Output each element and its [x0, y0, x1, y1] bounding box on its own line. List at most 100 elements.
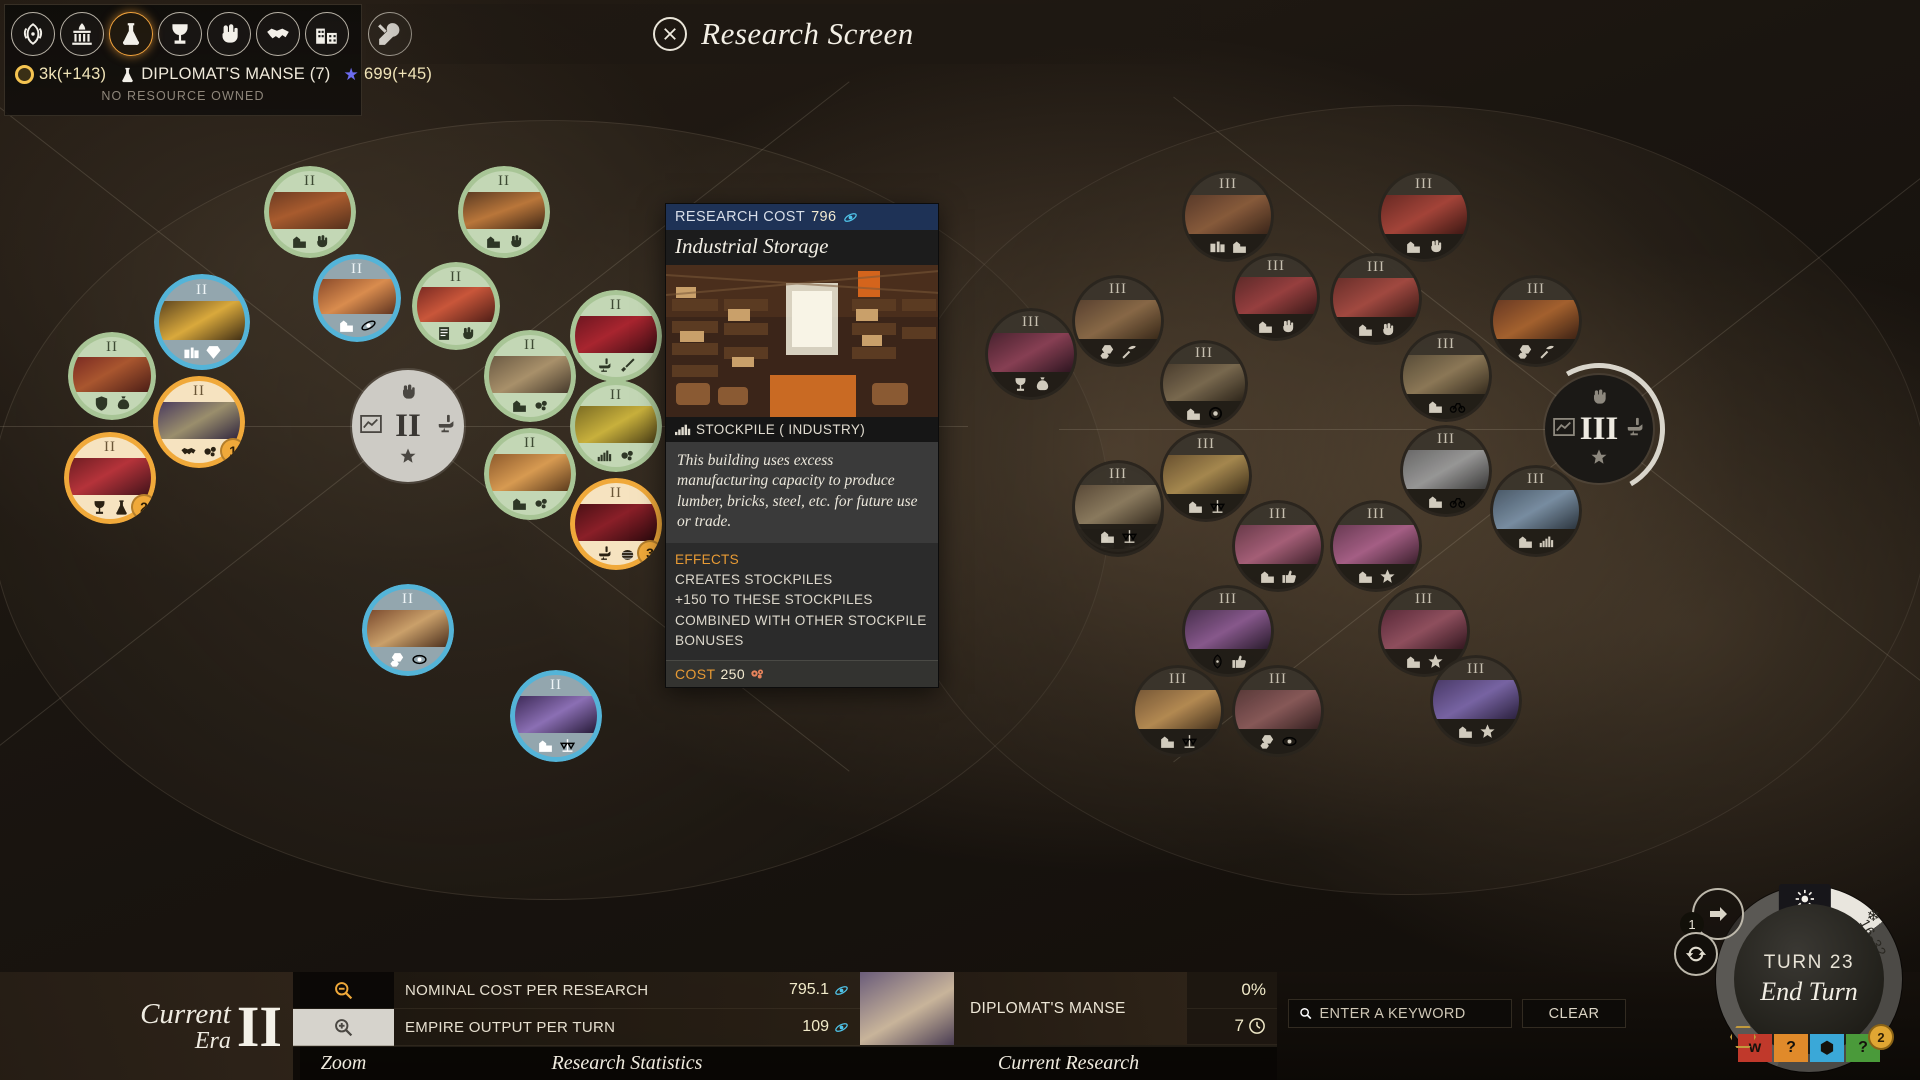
- era-hub-two[interactable]: II: [352, 370, 464, 482]
- node-e3-wine[interactable]: III: [985, 308, 1077, 400]
- node-amulet[interactable]: II 2: [64, 432, 156, 524]
- node-e3-mine[interactable]: III: [1072, 275, 1164, 367]
- node-e3-market[interactable]: III: [1182, 170, 1274, 262]
- fist-icon: [1382, 323, 1393, 336]
- gem-icon: [205, 346, 221, 359]
- stat-row: EMPIRE OUTPUT PER TURN 109: [394, 1009, 860, 1046]
- city-icon: [1358, 571, 1372, 583]
- node-explorer[interactable]: II: [362, 584, 454, 676]
- toolbar-laurel-wreath-icon[interactable]: [11, 12, 55, 56]
- node-e3-parade[interactable]: III: [1378, 170, 1470, 262]
- node-machinery[interactable]: II: [458, 166, 550, 258]
- node-factory[interactable]: II: [484, 330, 576, 422]
- node-e3-temple[interactable]: III: [1160, 340, 1248, 428]
- zoom-out-button[interactable]: [293, 972, 394, 1009]
- node-e3-science[interactable]: III: [1232, 665, 1324, 757]
- refresh-icon[interactable]: [1674, 932, 1718, 976]
- anvil-icon: [598, 358, 610, 372]
- chalice-icon: [94, 500, 104, 514]
- influence-value: 699(+45): [363, 65, 433, 83]
- node-blade[interactable]: II: [570, 290, 662, 382]
- node-e3-factory[interactable]: III: [1330, 253, 1422, 345]
- node-inner: III: [1235, 668, 1321, 754]
- turn-dial: ❄ 16-32 TURN 23 End Turn 1 ᴡ? ⬢? 2: [1674, 884, 1902, 1072]
- toolbar-chalice-icon[interactable]: [158, 12, 202, 56]
- node-artwork: [1075, 300, 1161, 340]
- clear-button[interactable]: CLEAR: [1522, 999, 1626, 1028]
- node-e3-harvest[interactable]: III: [1400, 330, 1492, 422]
- node-inner: II: [515, 675, 597, 757]
- current-era-text: Current Era: [140, 999, 231, 1053]
- anvil-icon: [598, 546, 610, 560]
- current-research-panel[interactable]: DIPLOMAT'S MANSE 0% 7 Current Research: [860, 972, 1277, 1080]
- toolbar-capitol-dome-icon[interactable]: [60, 12, 104, 56]
- toolbar-city-buildings-icon[interactable]: [305, 12, 349, 56]
- market-icon: [183, 347, 199, 359]
- node-icon-row: [269, 229, 351, 253]
- card-effects-header: EFFECTS: [675, 552, 740, 568]
- territory-chip[interactable]: ⬢: [1810, 1034, 1844, 1062]
- node-e3-cycle[interactable]: III: [1400, 425, 1492, 517]
- current-research-name: DIPLOMAT'S MANSE: [954, 972, 1187, 1045]
- node-trade-hands[interactable]: II: [313, 254, 401, 342]
- toolbar-raised-fist-icon[interactable]: [207, 12, 251, 56]
- node-e3-violet[interactable]: III: [1430, 655, 1522, 747]
- node-inner: II: [463, 171, 545, 253]
- node-chest[interactable]: II: [68, 332, 156, 420]
- zoom-in-button[interactable]: [293, 1009, 394, 1046]
- node-e3-desert[interactable]: III: [1132, 665, 1224, 757]
- node-cattle[interactable]: II: [264, 166, 356, 258]
- city-buildings-icon: [316, 28, 337, 44]
- page-title: Research Screen: [701, 16, 914, 51]
- city-icon: [1160, 736, 1174, 748]
- close-circle-icon[interactable]: [653, 17, 688, 51]
- node-handshake-gold[interactable]: II 1: [153, 376, 245, 468]
- toolbar-science-flask-icon[interactable]: [109, 12, 153, 56]
- era-numeral: III: [1579, 410, 1619, 447]
- node-icon-row: [515, 733, 597, 757]
- node-inner: II: [489, 433, 571, 515]
- search-input[interactable]: [1319, 1005, 1501, 1022]
- hex-icon: [389, 652, 403, 667]
- toolbar-handshake-icon[interactable]: [256, 12, 300, 56]
- stat-label: NOMINAL COST PER RESEARCH: [405, 981, 649, 999]
- zoom-in-icon: [335, 1018, 353, 1036]
- node-inner: III: [1135, 668, 1221, 754]
- node-scroll[interactable]: II: [412, 262, 500, 350]
- node-inner: III: [1333, 503, 1419, 589]
- node-e3-bridge[interactable]: III: [1160, 430, 1252, 522]
- node-e3-train[interactable]: III: [1232, 253, 1320, 341]
- flask-icon: [115, 500, 127, 515]
- card-cost-value: 796: [811, 209, 837, 225]
- node-e3-crowd[interactable]: III: [1232, 500, 1324, 592]
- node-hand-gold[interactable]: II: [484, 428, 576, 520]
- search-input-box[interactable]: [1288, 999, 1512, 1028]
- current-research-row: DIPLOMAT'S MANSE 0% 7: [860, 972, 1277, 1046]
- current-research-turns-row: 7: [1187, 1009, 1277, 1045]
- influence-resource: ★ 699(+45): [343, 65, 432, 84]
- node-artwork: [489, 454, 571, 492]
- node-harbor[interactable]: II: [510, 670, 602, 762]
- city-icon: [1188, 501, 1202, 513]
- node-e3-night[interactable]: III: [1182, 585, 1274, 677]
- node-inner: II: [159, 279, 245, 365]
- unknown-orange-chip[interactable]: ?: [1774, 1034, 1808, 1062]
- science-flask-icon: [122, 67, 133, 82]
- node-e3-ore[interactable]: III: [1490, 275, 1582, 367]
- node-industrial-storage[interactable]: II: [570, 380, 662, 472]
- node-dark-sphere[interactable]: II 3: [570, 478, 662, 570]
- node-inner: II: [575, 295, 657, 377]
- handshake-icon: [180, 447, 196, 454]
- wine-icon: [1015, 378, 1025, 391]
- node-currency[interactable]: II: [154, 274, 250, 370]
- shield-icon: [95, 396, 107, 411]
- market-icon: [1209, 241, 1225, 253]
- node-e3-left-mine[interactable]: III: [1072, 460, 1164, 552]
- end-turn-button[interactable]: TURN 23 End Turn: [1734, 904, 1884, 1054]
- card-tags-row: STOCKPILE ( INDUSTRY): [666, 417, 938, 442]
- node-artwork: [1135, 690, 1221, 730]
- current-era-numeral: II: [236, 993, 282, 1059]
- chart-icon: [1553, 417, 1575, 441]
- era-hub-three[interactable]: III: [1545, 375, 1653, 483]
- node-e3-pink[interactable]: III: [1330, 500, 1422, 592]
